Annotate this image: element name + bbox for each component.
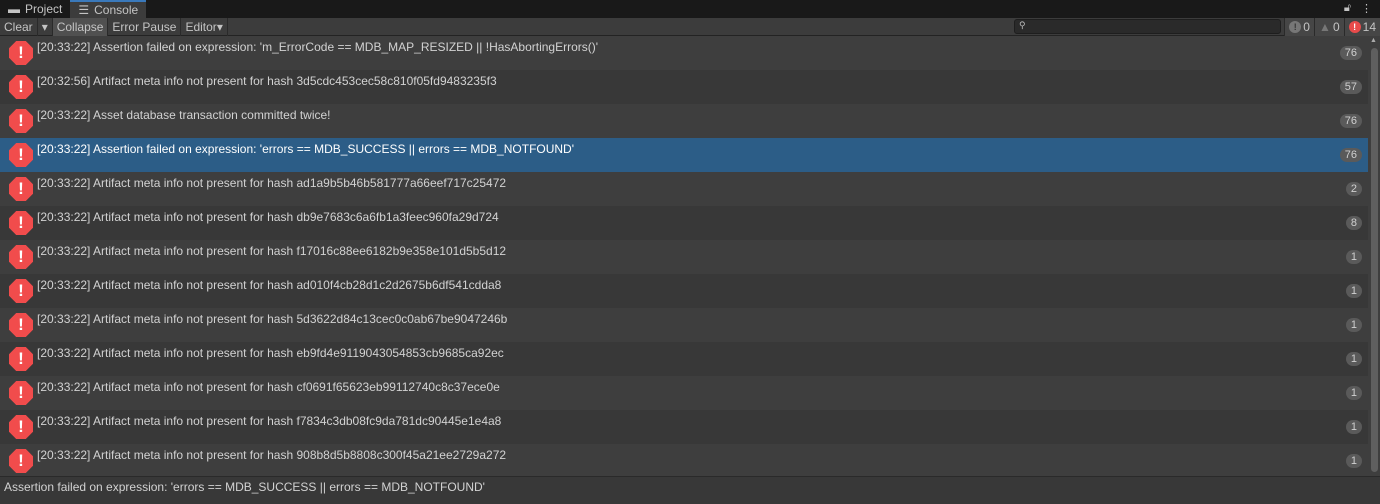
- tab-console[interactable]: ☰ Console: [70, 0, 147, 18]
- warning-filter-toggle[interactable]: ▲ 0: [1313, 18, 1344, 36]
- info-filter-toggle[interactable]: ! 0: [1284, 18, 1314, 36]
- collapse-count-badge: 1: [1345, 386, 1362, 400]
- collapse-count-badge: 1: [1345, 284, 1362, 298]
- log-entry[interactable]: ! [20:33:22] Artifact meta info not pres…: [0, 376, 1368, 410]
- search-input[interactable]: ⚲: [1014, 19, 1281, 34]
- chevron-down-icon: ▾: [216, 19, 223, 34]
- collapse-count-badge: 1: [1345, 352, 1362, 366]
- scrollbar-thumb[interactable]: [1371, 48, 1378, 472]
- info-icon: !: [1289, 21, 1302, 33]
- error-icon: !: [9, 109, 33, 133]
- editor-dropdown[interactable]: Editor ▾: [181, 17, 228, 36]
- log-entry[interactable]: ! [20:33:22] Artifact meta info not pres…: [0, 172, 1368, 206]
- error-count: 14: [1362, 20, 1376, 34]
- log-entry[interactable]: ! [20:33:22] Artifact meta info not pres…: [0, 206, 1368, 240]
- lock-icon[interactable]: 🔓︎: [1344, 2, 1351, 15]
- log-message: [20:33:22] Artifact meta info not presen…: [37, 414, 502, 428]
- collapse-count-badge: 76: [1339, 114, 1362, 128]
- log-message: [20:33:22] Artifact meta info not presen…: [37, 244, 507, 258]
- selected-message-detail: Assertion failed on expression: 'errors …: [0, 476, 1380, 504]
- log-message: [20:33:22] Asset database transaction co…: [37, 108, 331, 122]
- log-entry[interactable]: ! [20:33:22] Assertion failed on express…: [0, 138, 1368, 172]
- collapse-toggle[interactable]: Collapse: [52, 17, 109, 36]
- search-icon: ⚲: [1019, 20, 1026, 30]
- collapse-count-badge: 76: [1339, 46, 1362, 60]
- collapse-count-badge: 1: [1345, 250, 1362, 264]
- collapse-count-badge: 2: [1345, 182, 1362, 196]
- error-icon: !: [9, 75, 33, 99]
- log-entry[interactable]: ! [20:33:22] Artifact meta info not pres…: [0, 410, 1368, 444]
- log-message: [20:33:22] Assertion failed on expressio…: [37, 142, 575, 156]
- log-message: [20:33:22] Artifact meta info not presen…: [37, 312, 508, 326]
- log-entry[interactable]: ! [20:33:22] Artifact meta info not pres…: [0, 274, 1368, 308]
- error-icon: !: [1348, 21, 1361, 33]
- collapse-count-badge: 8: [1345, 216, 1362, 230]
- clear-options-dropdown[interactable]: ▾: [38, 17, 53, 36]
- error-icon: !: [9, 313, 33, 337]
- error-icon: !: [9, 41, 33, 65]
- log-entry[interactable]: ! [20:33:22] Artifact meta info not pres…: [0, 444, 1368, 478]
- log-entry[interactable]: ! [20:33:22] Artifact meta info not pres…: [0, 342, 1368, 376]
- warning-count: 0: [1332, 20, 1340, 34]
- collapse-count-badge: 57: [1339, 80, 1362, 94]
- console-log-list: ! [20:33:22] Assertion failed on express…: [0, 36, 1368, 478]
- tab-label: Console: [94, 3, 139, 17]
- collapse-count-badge: 76: [1339, 148, 1362, 162]
- error-pause-toggle[interactable]: Error Pause: [108, 17, 182, 36]
- log-entry[interactable]: ! [20:33:22] Artifact meta info not pres…: [0, 308, 1368, 342]
- error-icon: !: [9, 347, 33, 371]
- folder-icon: ▬: [8, 2, 20, 16]
- log-message: [20:33:22] Assertion failed on expressio…: [37, 40, 599, 54]
- info-count: 0: [1303, 20, 1310, 34]
- warning-icon: ▲: [1319, 20, 1331, 34]
- clear-button[interactable]: Clear: [0, 17, 38, 36]
- collapse-count-badge: 1: [1345, 420, 1362, 434]
- tab-label: Project: [25, 2, 63, 16]
- log-message: [20:33:22] Artifact meta info not presen…: [37, 448, 507, 462]
- console-toolbar: Clear ▾ Collapse Error Pause Editor ▾ ⚲ !…: [0, 17, 1380, 36]
- scroll-up-icon[interactable]: ▲: [1370, 37, 1377, 44]
- log-message: [20:33:22] Artifact meta info not presen…: [37, 380, 500, 394]
- more-menu-icon[interactable]: ⋮: [1361, 2, 1372, 15]
- error-icon: !: [9, 177, 33, 201]
- log-entry[interactable]: ! [20:32:56] Artifact meta info not pres…: [0, 70, 1368, 104]
- collapse-count-badge: 1: [1345, 318, 1362, 332]
- error-icon: !: [9, 415, 33, 439]
- log-message: [20:33:22] Artifact meta info not presen…: [37, 346, 504, 360]
- editor-label: Editor: [185, 19, 217, 34]
- log-message: [20:32:56] Artifact meta info not presen…: [37, 74, 497, 88]
- collapse-count-badge: 1: [1345, 454, 1362, 468]
- error-icon: !: [9, 211, 33, 235]
- error-icon: !: [9, 381, 33, 405]
- log-entry[interactable]: ! [20:33:22] Asset database transaction …: [0, 104, 1368, 138]
- error-icon: !: [9, 143, 33, 167]
- chevron-down-icon: ▾: [41, 19, 48, 34]
- log-message: [20:33:22] Artifact meta info not presen…: [37, 278, 502, 292]
- error-icon: !: [9, 449, 33, 473]
- log-message: [20:33:22] Artifact meta info not presen…: [37, 210, 499, 224]
- log-entry[interactable]: ! [20:33:22] Assertion failed on express…: [0, 36, 1368, 70]
- vertical-scrollbar[interactable]: ▲: [1368, 36, 1380, 476]
- log-message: [20:33:22] Artifact meta info not presen…: [37, 176, 507, 190]
- tab-project[interactable]: ▬ Project: [0, 0, 70, 18]
- log-entry[interactable]: ! [20:33:22] Artifact meta info not pres…: [0, 240, 1368, 274]
- error-icon: !: [9, 279, 33, 303]
- error-icon: !: [9, 245, 33, 269]
- tab-bar: ▬ Project ☰ Console 🔓︎ ⋮: [0, 0, 1380, 18]
- console-icon: ☰: [78, 3, 90, 17]
- error-filter-toggle[interactable]: ! 14: [1343, 18, 1380, 36]
